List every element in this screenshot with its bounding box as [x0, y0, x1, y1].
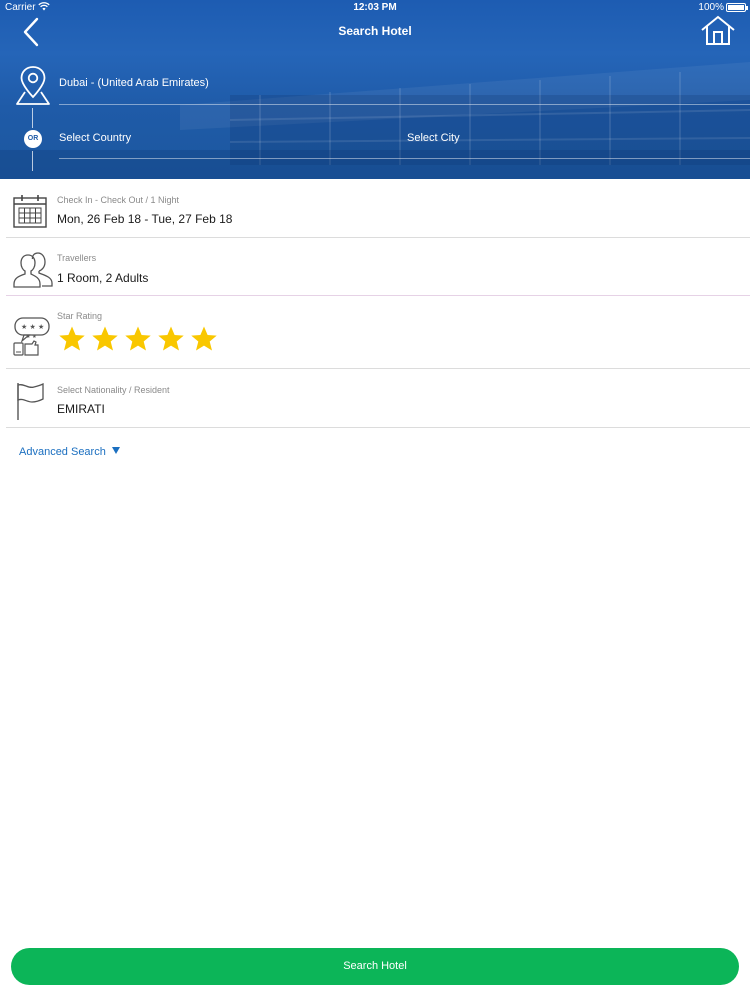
advanced-search-toggle[interactable]: Advanced Search	[19, 446, 120, 458]
svg-text:★ ★ ★: ★ ★ ★	[21, 323, 44, 331]
date-range-row[interactable]: Check In - Check Out / 1 Night Mon, 26 F…	[6, 180, 750, 238]
nationality-row[interactable]: Select Nationality / Resident EMIRATI	[6, 369, 750, 428]
star-4-icon[interactable]	[157, 325, 185, 353]
select-city-field[interactable]: Select City	[399, 122, 750, 159]
nationality-label: Select Nationality / Resident	[57, 385, 170, 395]
destination-value: Dubai - (United Arab Emirates)	[59, 77, 209, 89]
location-pin-icon	[16, 66, 50, 105]
home-icon	[701, 15, 735, 45]
star-1-icon[interactable]	[58, 325, 86, 353]
star-rating-label: Star Rating	[57, 311, 103, 321]
dates-value: Mon, 26 Feb 18 - Tue, 27 Feb 18	[57, 212, 233, 226]
triangle-down-icon	[111, 447, 120, 454]
destination-field[interactable]: Dubai - (United Arab Emirates)	[59, 64, 750, 105]
divider-line	[32, 108, 33, 128]
or-badge: OR	[24, 130, 42, 148]
page-title: Search Hotel	[338, 24, 412, 38]
star-2-icon[interactable]	[91, 325, 119, 353]
select-country-field[interactable]: Select Country	[59, 122, 399, 159]
nationality-value: EMIRATI	[57, 402, 105, 416]
travellers-row[interactable]: Travellers 1 Room, 2 Adults	[6, 238, 750, 296]
travellers-label: Travellers	[57, 253, 97, 263]
battery-percent: 100%	[698, 2, 724, 13]
travellers-value: 1 Room, 2 Adults	[57, 271, 149, 285]
advanced-search-label: Advanced Search	[19, 446, 106, 458]
select-country-label: Select Country	[59, 132, 132, 144]
svg-text:★ ★: ★ ★	[26, 334, 37, 340]
search-header: Carrier 12:03 PM 100% Search Hotel Dubai…	[0, 0, 750, 179]
flag-icon	[17, 382, 44, 420]
divider-line	[32, 151, 33, 171]
status-time: 12:03 PM	[353, 2, 397, 13]
battery-icon	[726, 3, 748, 12]
select-city-label: Select City	[407, 132, 460, 144]
rating-review-icon: ★ ★ ★ ★ ★	[13, 317, 50, 356]
calendar-icon	[13, 195, 47, 228]
home-button[interactable]	[700, 15, 736, 47]
search-hotel-button[interactable]: Search Hotel	[11, 948, 739, 985]
star-5-icon[interactable]	[190, 325, 218, 353]
star-3-icon[interactable]	[124, 325, 152, 353]
star-rating-row: ★ ★ ★ ★ ★ Star Rating	[6, 296, 750, 369]
travellers-icon	[13, 252, 53, 288]
dates-label: Check In - Check Out / 1 Night	[57, 195, 180, 205]
status-bar: Carrier 12:03 PM 100%	[0, 0, 750, 16]
